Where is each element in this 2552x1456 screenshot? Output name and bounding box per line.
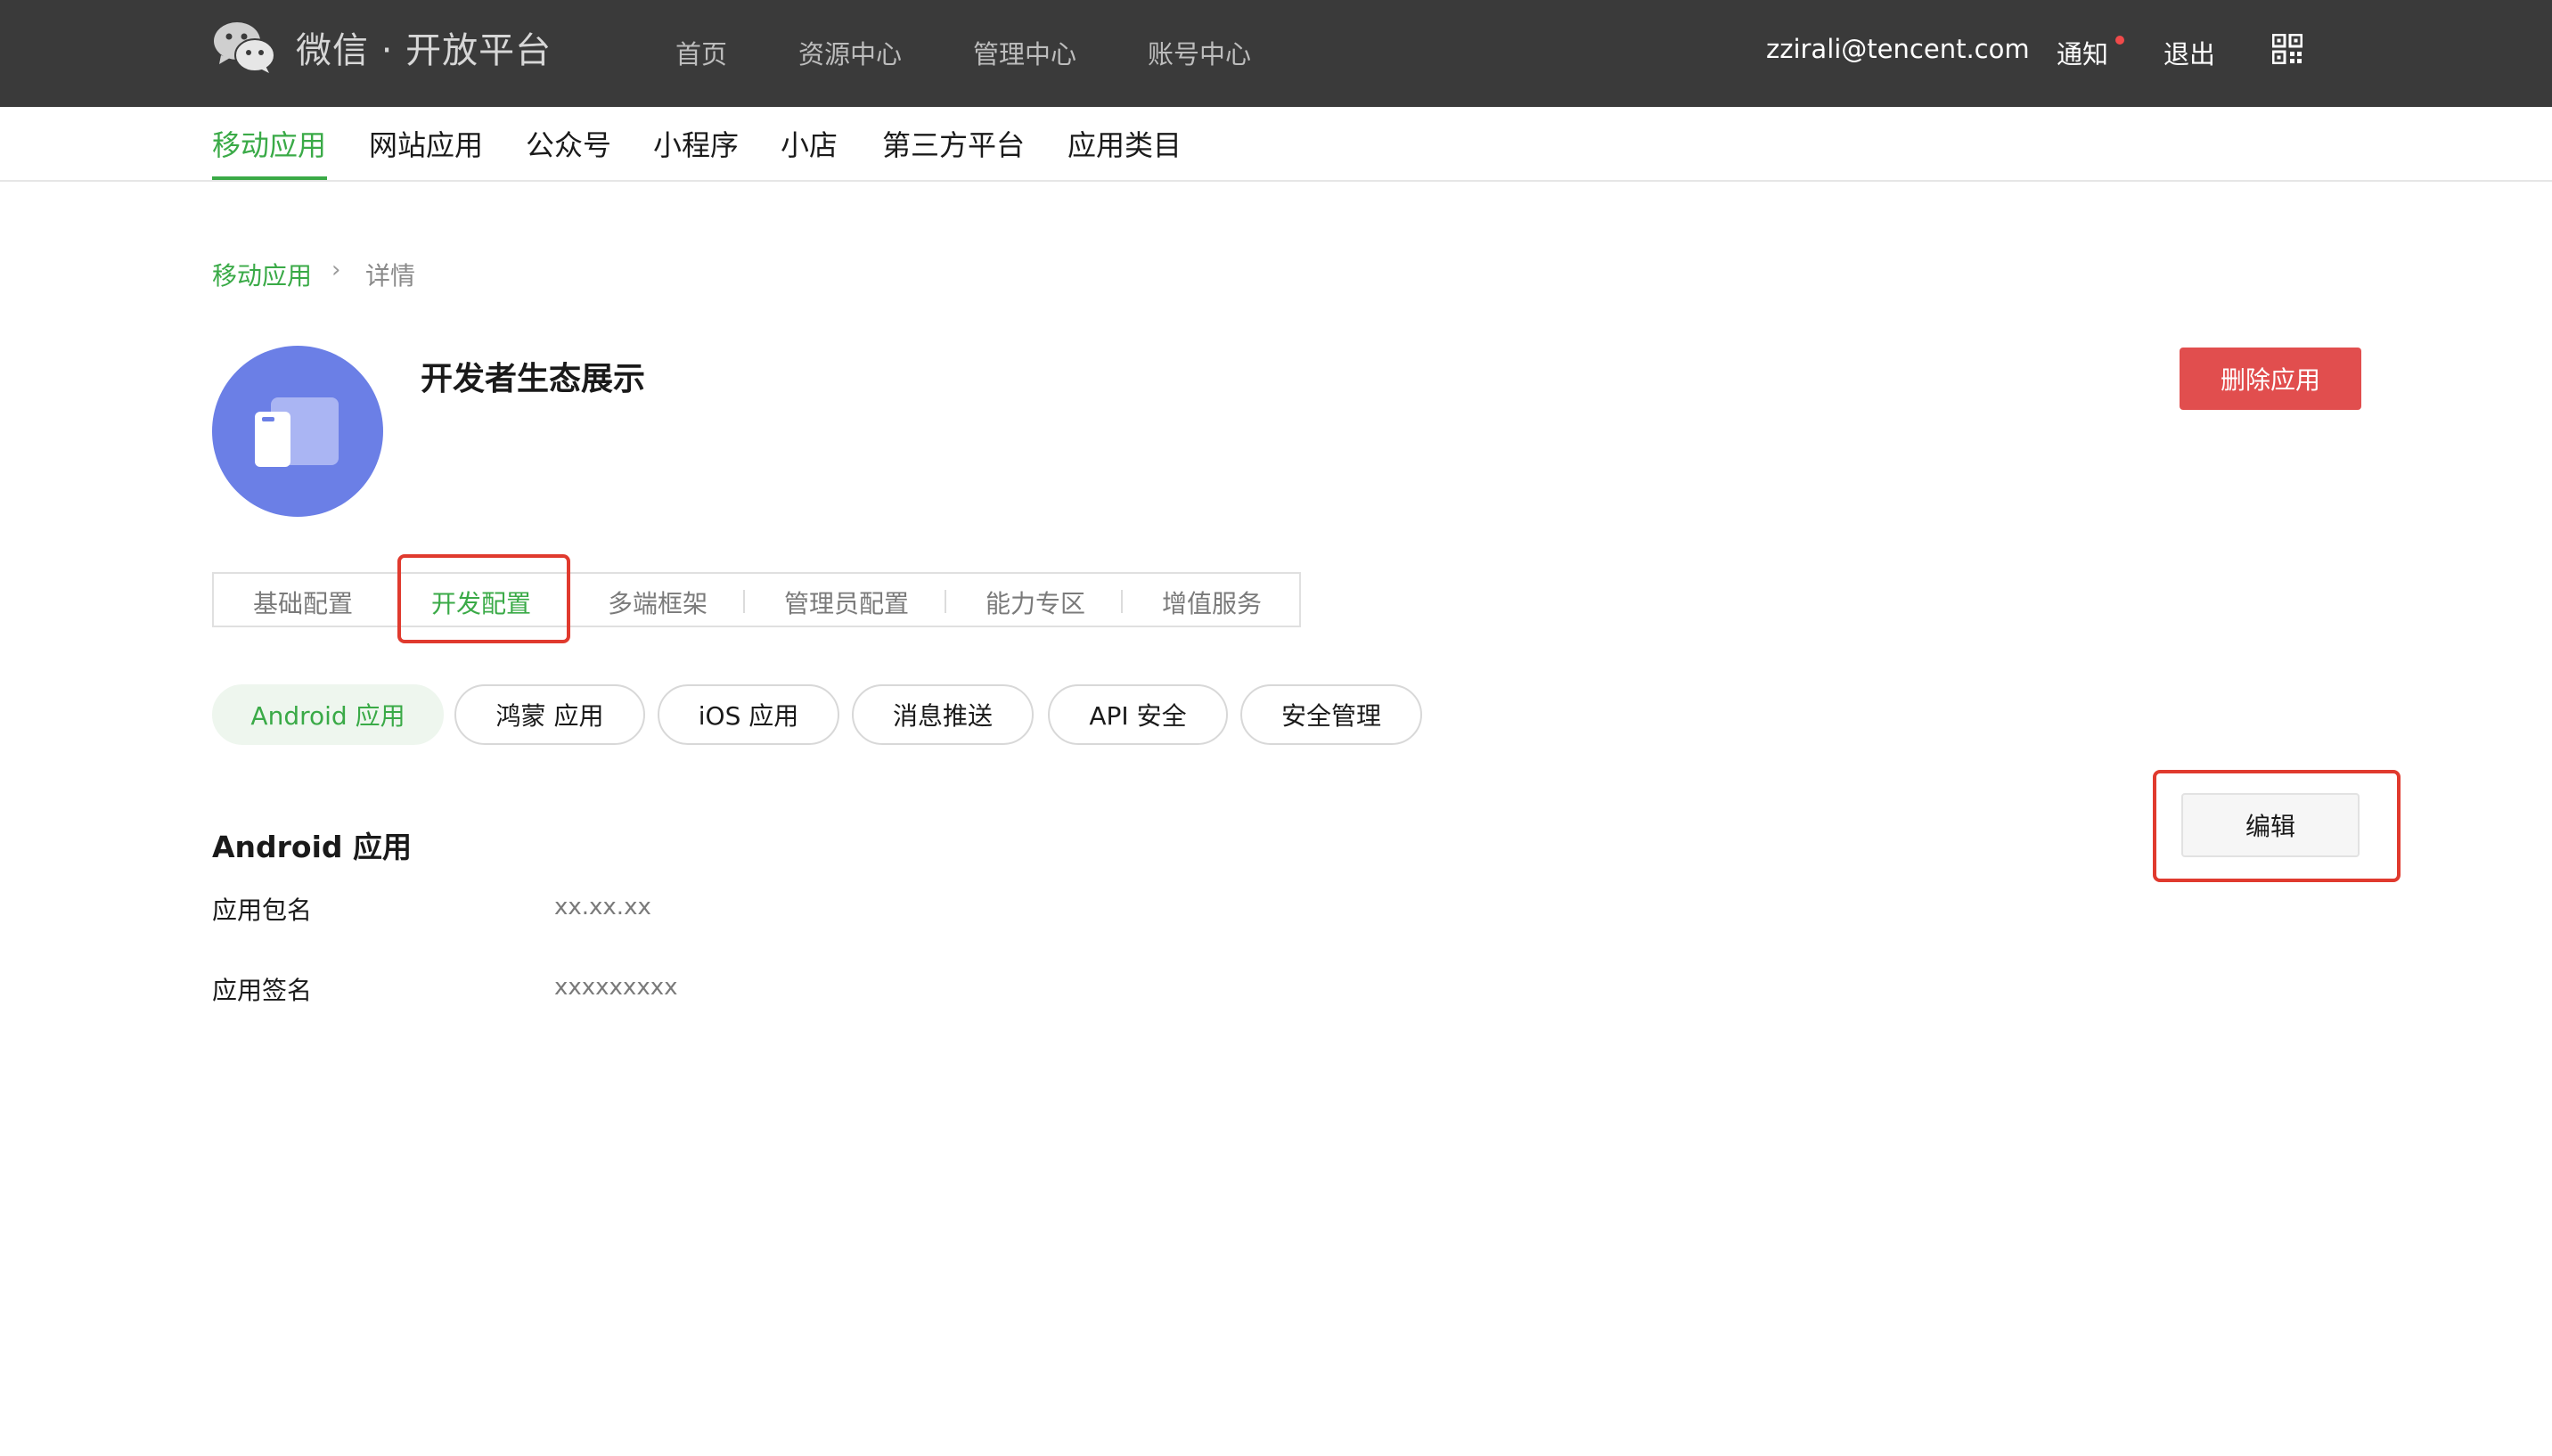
topnav-account[interactable]: 账号中心	[1148, 34, 1251, 71]
top-bar: 微信 · 开放平台 首页 资源中心 管理中心 账号中心 zzirali@tenc…	[0, 0, 2552, 107]
app-avatar	[212, 346, 383, 517]
breadcrumb-current: 详情	[365, 261, 416, 290]
active-category-underline	[212, 176, 327, 180]
pill-ios[interactable]: iOS 应用	[658, 684, 839, 745]
tab-capabilities[interactable]: 能力专区	[986, 585, 1085, 620]
category-nav: 移动应用 网站应用 公众号 小程序 小店 第三方平台 应用类目	[0, 107, 2552, 182]
pill-android[interactable]: Android 应用	[212, 684, 444, 745]
user-email[interactable]: zzirali@tencent.com	[1766, 34, 2030, 64]
section-title: Android 应用	[212, 830, 413, 864]
highlight-box-edit	[2153, 770, 2401, 882]
wechat-logo-icon	[214, 22, 275, 73]
delete-app-button[interactable]: 删除应用	[2180, 348, 2361, 410]
tab-admin-config[interactable]: 管理员配置	[784, 585, 909, 620]
notify-link[interactable]: 通知	[2057, 34, 2108, 71]
app-name: 开发者生态展示	[421, 361, 646, 397]
notify-badge-dot	[2115, 36, 2124, 45]
brand-logo[interactable]: 微信 · 开放平台	[212, 20, 552, 75]
field-value-signature: xxxxxxxxx	[554, 974, 678, 1001]
tab-divider	[945, 590, 946, 613]
topnav-management[interactable]: 管理中心	[973, 34, 1076, 71]
tab-multi-framework[interactable]: 多端框架	[608, 585, 708, 620]
tab-basic-config[interactable]: 基础配置	[253, 585, 353, 620]
field-value-package: xx.xx.xx	[554, 894, 651, 920]
category-mobile-apps[interactable]: 移动应用	[212, 123, 326, 164]
pill-push[interactable]: 消息推送	[852, 684, 1034, 745]
config-tabs: 基础配置 开发配置 多端框架 管理员配置 能力专区 增值服务	[212, 572, 1301, 627]
category-official-accounts[interactable]: 公众号	[526, 123, 611, 164]
category-shop[interactable]: 小店	[781, 123, 838, 164]
tab-divider	[1121, 590, 1123, 613]
pill-security-management[interactable]: 安全管理	[1240, 684, 1422, 745]
field-label-signature: 应用签名	[212, 976, 313, 1005]
breadcrumb-mobile-apps[interactable]: 移动应用	[212, 257, 312, 292]
field-label-package: 应用包名	[212, 896, 313, 925]
highlight-box-dev-config	[397, 554, 570, 643]
pill-harmony[interactable]: 鸿蒙 应用	[454, 684, 645, 745]
category-third-party[interactable]: 第三方平台	[882, 123, 1025, 164]
topnav-home[interactable]: 首页	[675, 34, 727, 71]
tab-divider	[743, 590, 745, 613]
category-app-types[interactable]: 应用类目	[1067, 123, 1182, 164]
top-nav: 首页 资源中心 管理中心 账号中心	[675, 34, 1322, 71]
topnav-resources[interactable]: 资源中心	[798, 34, 902, 71]
breadcrumb-separator-icon: ›	[331, 257, 341, 283]
qrcode-icon[interactable]	[2272, 34, 2303, 64]
tab-value-added[interactable]: 增值服务	[1162, 585, 1262, 620]
logout-link[interactable]: 退出	[2163, 34, 2215, 71]
app-window-icon	[255, 397, 339, 467]
pill-api-security[interactable]: API 安全	[1048, 684, 1228, 745]
category-website-apps[interactable]: 网站应用	[369, 123, 483, 164]
category-mini-programs[interactable]: 小程序	[653, 123, 739, 164]
brand-title: 微信 · 开放平台	[296, 30, 552, 71]
